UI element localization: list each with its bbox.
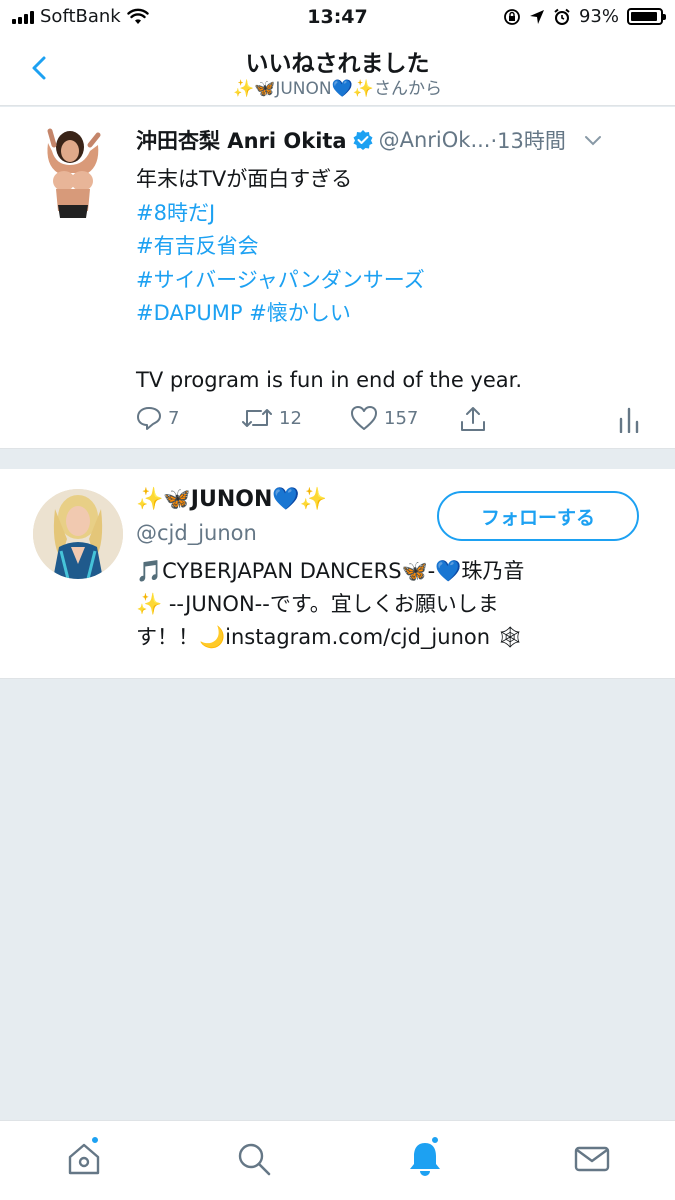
user-name[interactable]: ✨🦋JUNON💙✨: [136, 487, 327, 512]
user-card[interactable]: ✨🦋JUNON💙✨ @cjd_junon フォローする 🎵CYBERJAPAN …: [0, 469, 675, 679]
analytics-icon: [619, 407, 639, 433]
battery-percent: 93%: [578, 6, 619, 27]
retweet-button[interactable]: 12: [241, 405, 302, 431]
tweet-author-handle: @AnriOk...: [378, 128, 491, 152]
notifications-icon: [410, 1143, 440, 1176]
follow-button[interactable]: フォローする: [437, 491, 639, 541]
bio-line: す！！🌙instagram.com/cjd_junon 🕸: [136, 625, 524, 649]
share-button[interactable]: [459, 405, 487, 433]
reply-icon: [137, 407, 161, 430]
like-button[interactable]: 157: [350, 405, 418, 431]
location-icon: [529, 9, 544, 24]
tweet-text: 年末はTVが面白すぎる #8時だJ #有吉反省会 #サイバージャパンダンサーズ #DAP…: [136, 163, 656, 398]
hashtag-line[interactable]: #有吉反省会: [136, 230, 656, 264]
reply-count: 7: [168, 407, 180, 429]
tweet-header: 沖田杏梨 Anri Okita @AnriOk... ·13時間: [136, 125, 656, 155]
battery-icon: [627, 8, 666, 25]
search-icon: [238, 1143, 271, 1176]
retweet-icon: [242, 409, 272, 427]
hashtag-line[interactable]: #サイバージャパンダンサーズ: [136, 264, 656, 298]
bio-line: 🎵CYBERJAPAN DANCERS🦋-💙珠乃音: [136, 559, 525, 583]
liked-tweet[interactable]: 沖田杏梨 Anri Okita @AnriOk... ·13時間 年末はTVが面…: [0, 107, 675, 449]
tweet-actions: 7 12 157: [136, 405, 646, 435]
retweet-count: 12: [279, 407, 302, 429]
tweet-line: [136, 331, 656, 365]
page-title: いいねされました: [245, 51, 430, 77]
status-bar: SoftBank 13:47 93%: [0, 0, 675, 36]
notification-dot: [90, 1135, 100, 1145]
rotation-lock-icon: [504, 8, 520, 25]
user-avatar[interactable]: [33, 489, 123, 579]
tab-notifications[interactable]: [405, 1135, 445, 1179]
tweet-line: TV program is fun in end of the year.: [136, 368, 523, 392]
reply-button[interactable]: 7: [136, 405, 179, 431]
alarm-icon: [554, 8, 570, 25]
user-bio: 🎵CYBERJAPAN DANCERS🦋-💙珠乃音 ✨ --JUNON--です。宜…: [136, 555, 636, 654]
tab-bar: [0, 1120, 675, 1200]
home-icon: [68, 1143, 100, 1175]
tweet-line: 年末はTVが面白すぎる: [136, 167, 353, 191]
tab-home[interactable]: [64, 1135, 104, 1179]
user-handle: @cjd_junon: [136, 521, 257, 545]
page-subtitle: ✨🦋JUNON💙✨さんから: [233, 79, 442, 99]
hashtag-line[interactable]: #8時だJ: [136, 197, 656, 231]
like-count: 157: [384, 407, 419, 429]
share-icon: [461, 407, 485, 431]
tab-messages[interactable]: [572, 1139, 612, 1179]
nav-bar: いいねされました ✨🦋JUNON💙✨さんから: [0, 36, 675, 106]
hashtag-line[interactable]: #DAPUMP #懐かしい: [136, 297, 656, 331]
messages-icon: [574, 1146, 610, 1172]
bio-line: ✨ --JUNON--です。宜しくお願いしま: [136, 592, 499, 616]
heart-icon: [351, 406, 377, 430]
tweet-author-avatar[interactable]: [40, 125, 110, 220]
analytics-button[interactable]: [618, 405, 640, 433]
tab-search[interactable]: [234, 1139, 274, 1179]
tweet-author-name[interactable]: 沖田杏梨 Anri Okita: [136, 125, 347, 155]
section-divider: [0, 449, 675, 469]
verified-badge-icon: [353, 130, 373, 150]
notification-dot: [430, 1135, 440, 1145]
tweet-time: ·13時間: [490, 129, 566, 153]
chevron-down-icon[interactable]: [582, 129, 604, 151]
